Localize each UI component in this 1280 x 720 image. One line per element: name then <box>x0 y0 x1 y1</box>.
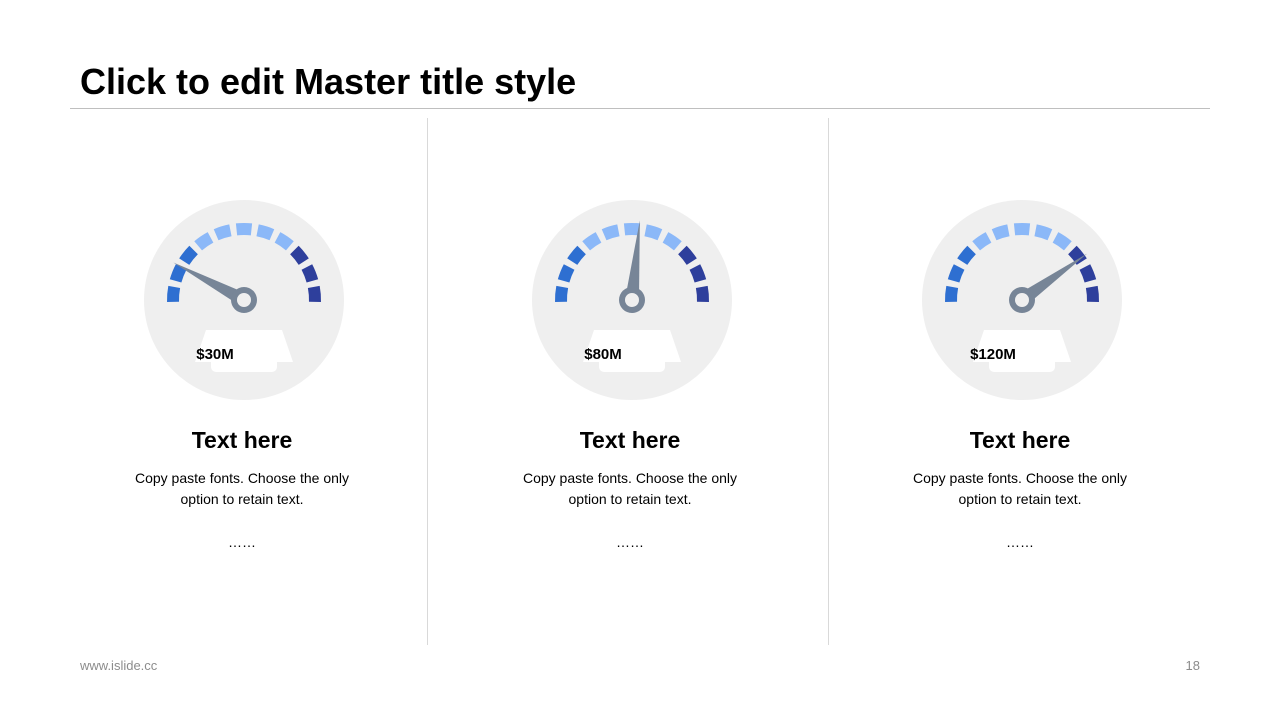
gauge-scale-segment <box>1034 224 1053 241</box>
panel-heading[interactable]: Text here <box>82 426 402 454</box>
gauge-value-label[interactable]: $80M <box>570 338 636 372</box>
panel-description[interactable]: Copy paste fonts. Choose the only option… <box>122 468 362 510</box>
gauge-scale-segment <box>213 224 232 241</box>
metric-panel-3: $120M Text here Copy paste fonts. Choose… <box>860 190 1180 570</box>
gauge-hub-center <box>1015 293 1029 307</box>
gauge-scale-segment <box>1052 232 1072 251</box>
panel-description[interactable]: Copy paste fonts. Choose the only option… <box>900 468 1140 510</box>
metric-panel-2: $80M Text here Copy paste fonts. Choose … <box>470 190 790 570</box>
gauge-scale-segment <box>644 224 663 241</box>
panel-ellipsis[interactable]: …… <box>82 534 402 550</box>
column-divider-2 <box>828 118 829 645</box>
gauge-scale-segment <box>945 285 959 303</box>
gauge-scale-segment <box>582 232 602 251</box>
gauge-scale-segment <box>662 232 682 251</box>
gauge-hub-center <box>237 293 251 307</box>
gauge-scale-segment <box>601 224 620 241</box>
gauge-scale-segment <box>290 245 309 266</box>
gauge-hub-center <box>625 293 639 307</box>
gauge-scale-segment <box>557 264 575 283</box>
gauge-scale-segment <box>301 264 319 283</box>
gauge-scale-segment <box>256 224 275 241</box>
column-divider-1 <box>427 118 428 645</box>
gauge-scale-segment <box>167 285 181 303</box>
panel-description[interactable]: Copy paste fonts. Choose the only option… <box>510 468 750 510</box>
gauge-scale-segment <box>169 264 187 283</box>
gauge-scale-segment <box>972 232 992 251</box>
gauge-scale-segment <box>678 245 697 266</box>
gauge-scale-segment <box>179 245 198 266</box>
gauge-scale-segment <box>1079 264 1097 283</box>
gauge-scale-segment <box>307 285 321 303</box>
gauge-scale-segment <box>947 264 965 283</box>
gauge-scale-segment <box>567 245 586 266</box>
panel-ellipsis[interactable]: …… <box>470 534 790 550</box>
title-underline <box>70 108 1210 109</box>
gauge-scale-segment <box>695 285 709 303</box>
page-number: 18 <box>1185 658 1200 673</box>
panel-heading[interactable]: Text here <box>860 426 1180 454</box>
gauge-scale-segment <box>957 245 976 266</box>
gauge-scale-segment <box>194 232 214 251</box>
metric-panel-1: $30M Text here Copy paste fonts. Choose … <box>82 190 402 570</box>
slide-title[interactable]: Click to edit Master title style <box>80 60 576 104</box>
gauge-scale-segment <box>555 285 569 303</box>
panel-ellipsis[interactable]: …… <box>860 534 1180 550</box>
gauge-scale-segment <box>274 232 294 251</box>
footer-url[interactable]: www.islide.cc <box>80 658 157 674</box>
gauge-scale-segment <box>991 224 1010 241</box>
gauge-value-label[interactable]: $120M <box>960 338 1026 372</box>
gauge-scale-segment <box>689 264 707 283</box>
panel-heading[interactable]: Text here <box>470 426 790 454</box>
gauge-scale-segment <box>1085 285 1099 303</box>
gauge-value-label[interactable]: $30M <box>182 338 248 372</box>
